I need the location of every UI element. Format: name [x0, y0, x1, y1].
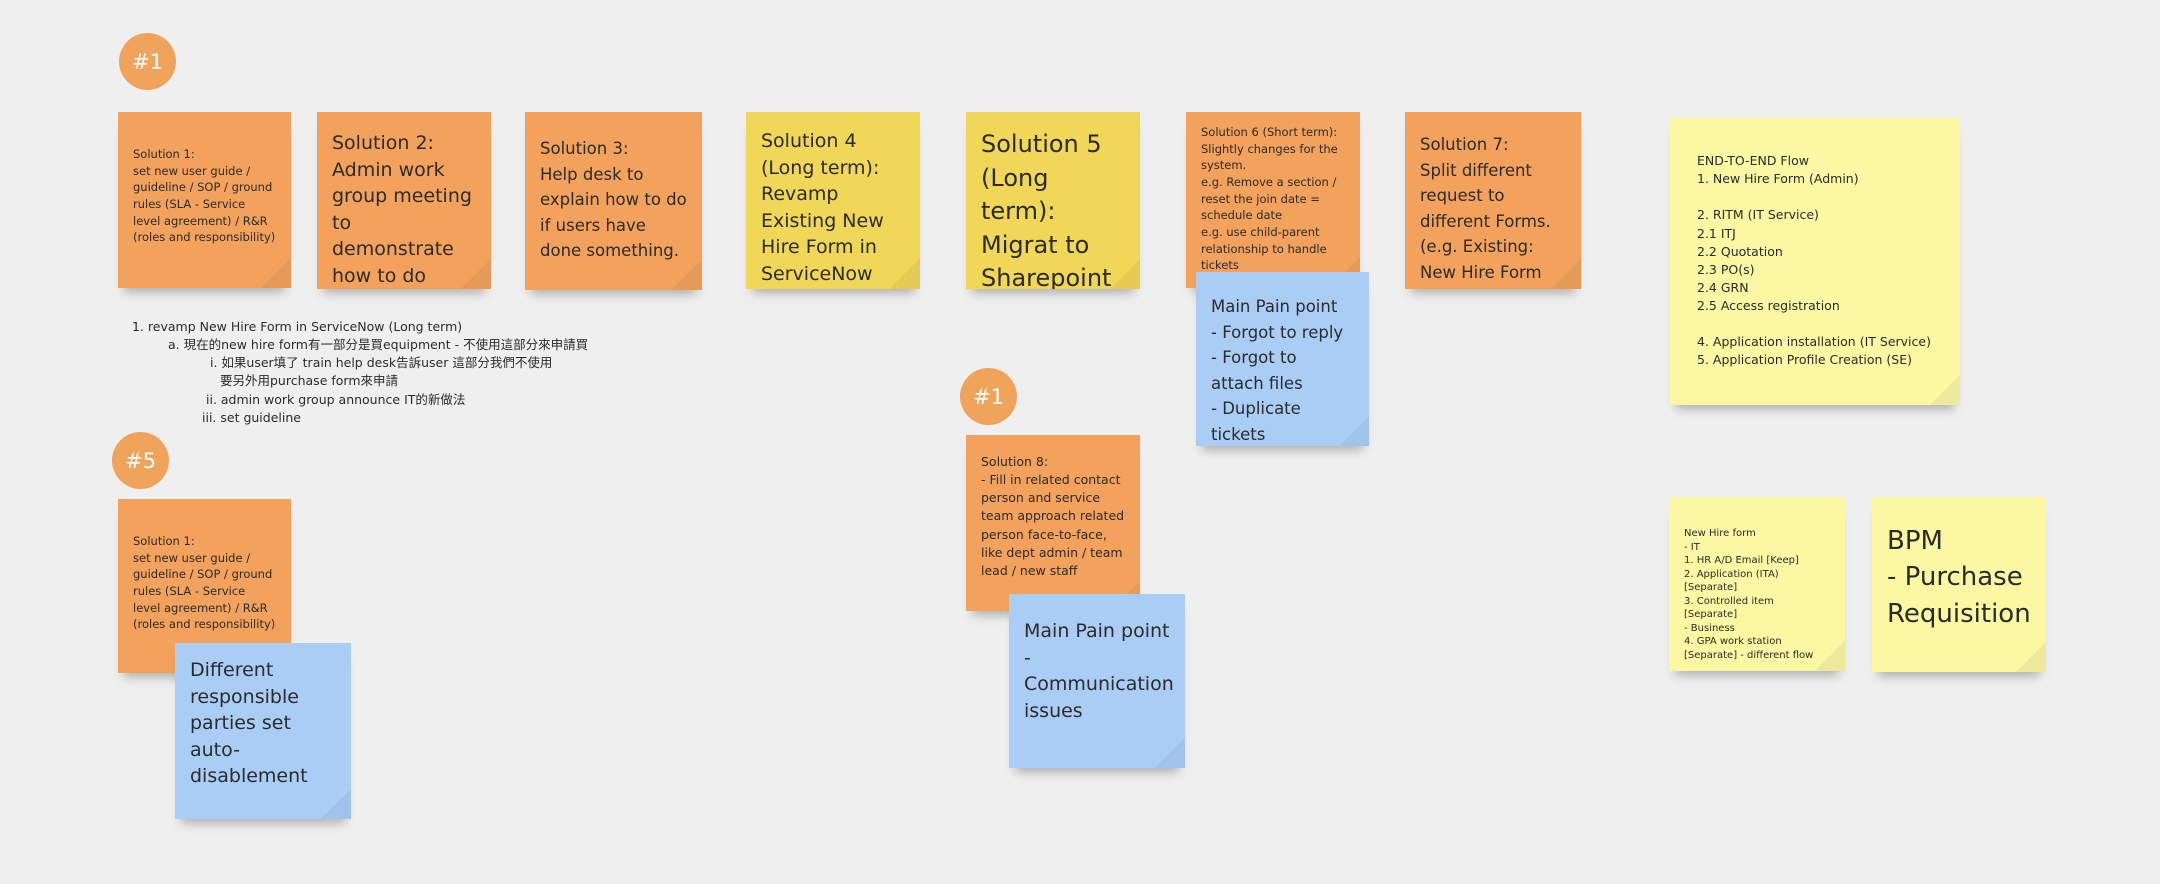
- badge-1-center[interactable]: #1: [960, 368, 1017, 425]
- sticky-new-hire-form[interactable]: New Hire form - IT 1. HR A/D Email [Keep…: [1669, 497, 1845, 671]
- outline-line-1: 1. revamp New Hire Form in ServiceNow (L…: [132, 319, 463, 334]
- sticky-solution-4[interactable]: Solution 4 (Long term): Revamp Existing …: [746, 112, 920, 289]
- sticky-solution-7[interactable]: Solution 7: Split different request to d…: [1405, 112, 1581, 289]
- badge-5[interactable]: #5: [112, 432, 169, 489]
- sticky-solution-1-top[interactable]: Solution 1: set new user guide / guideli…: [118, 112, 291, 288]
- outline-line-5: ii. admin work group announce IT的新做法: [206, 391, 466, 407]
- sticky-end-to-end-flow[interactable]: END-TO-END Flow 1. New Hire Form (Admin)…: [1670, 118, 1960, 405]
- revamp-outline-text: 1. revamp New Hire Form in ServiceNow (L…: [132, 318, 588, 427]
- outline-line-2: a. 現在的new hire form有一部分是買equipment - 不使用…: [168, 337, 589, 353]
- sticky-solution-6[interactable]: Solution 6 (Short term): Slightly change…: [1186, 112, 1360, 288]
- sticky-main-pain-point-2[interactable]: Main Pain point - Communication issues: [1009, 594, 1185, 768]
- outline-line-6: iii. set guideline: [202, 409, 301, 425]
- badge-1-top[interactable]: #1: [119, 33, 176, 90]
- sticky-bpm[interactable]: BPM - Purchase Requisition: [1872, 497, 2046, 672]
- sticky-solution-8[interactable]: Solution 8: - Fill in related contact pe…: [966, 435, 1140, 611]
- sticky-solution-2[interactable]: Solution 2: Admin work group meeting to …: [317, 112, 491, 289]
- outline-line-3: i. 如果user填了 train help desk告訴user 這部分我們不…: [210, 355, 553, 371]
- whiteboard-canvas[interactable]: #1 #5 #1 Solution 1: set new user guide …: [0, 0, 2160, 884]
- outline-line-4: 要另外用purchase form來申請: [220, 373, 398, 389]
- sticky-main-pain-point-1[interactable]: Main Pain point - Forgot to reply - Forg…: [1196, 272, 1369, 446]
- sticky-different-parties[interactable]: Different responsible parties set auto-d…: [175, 643, 351, 819]
- sticky-solution-5[interactable]: Solution 5 (Long term): Migrat to Sharep…: [966, 112, 1140, 289]
- sticky-solution-3[interactable]: Solution 3: Help desk to explain how to …: [525, 112, 702, 290]
